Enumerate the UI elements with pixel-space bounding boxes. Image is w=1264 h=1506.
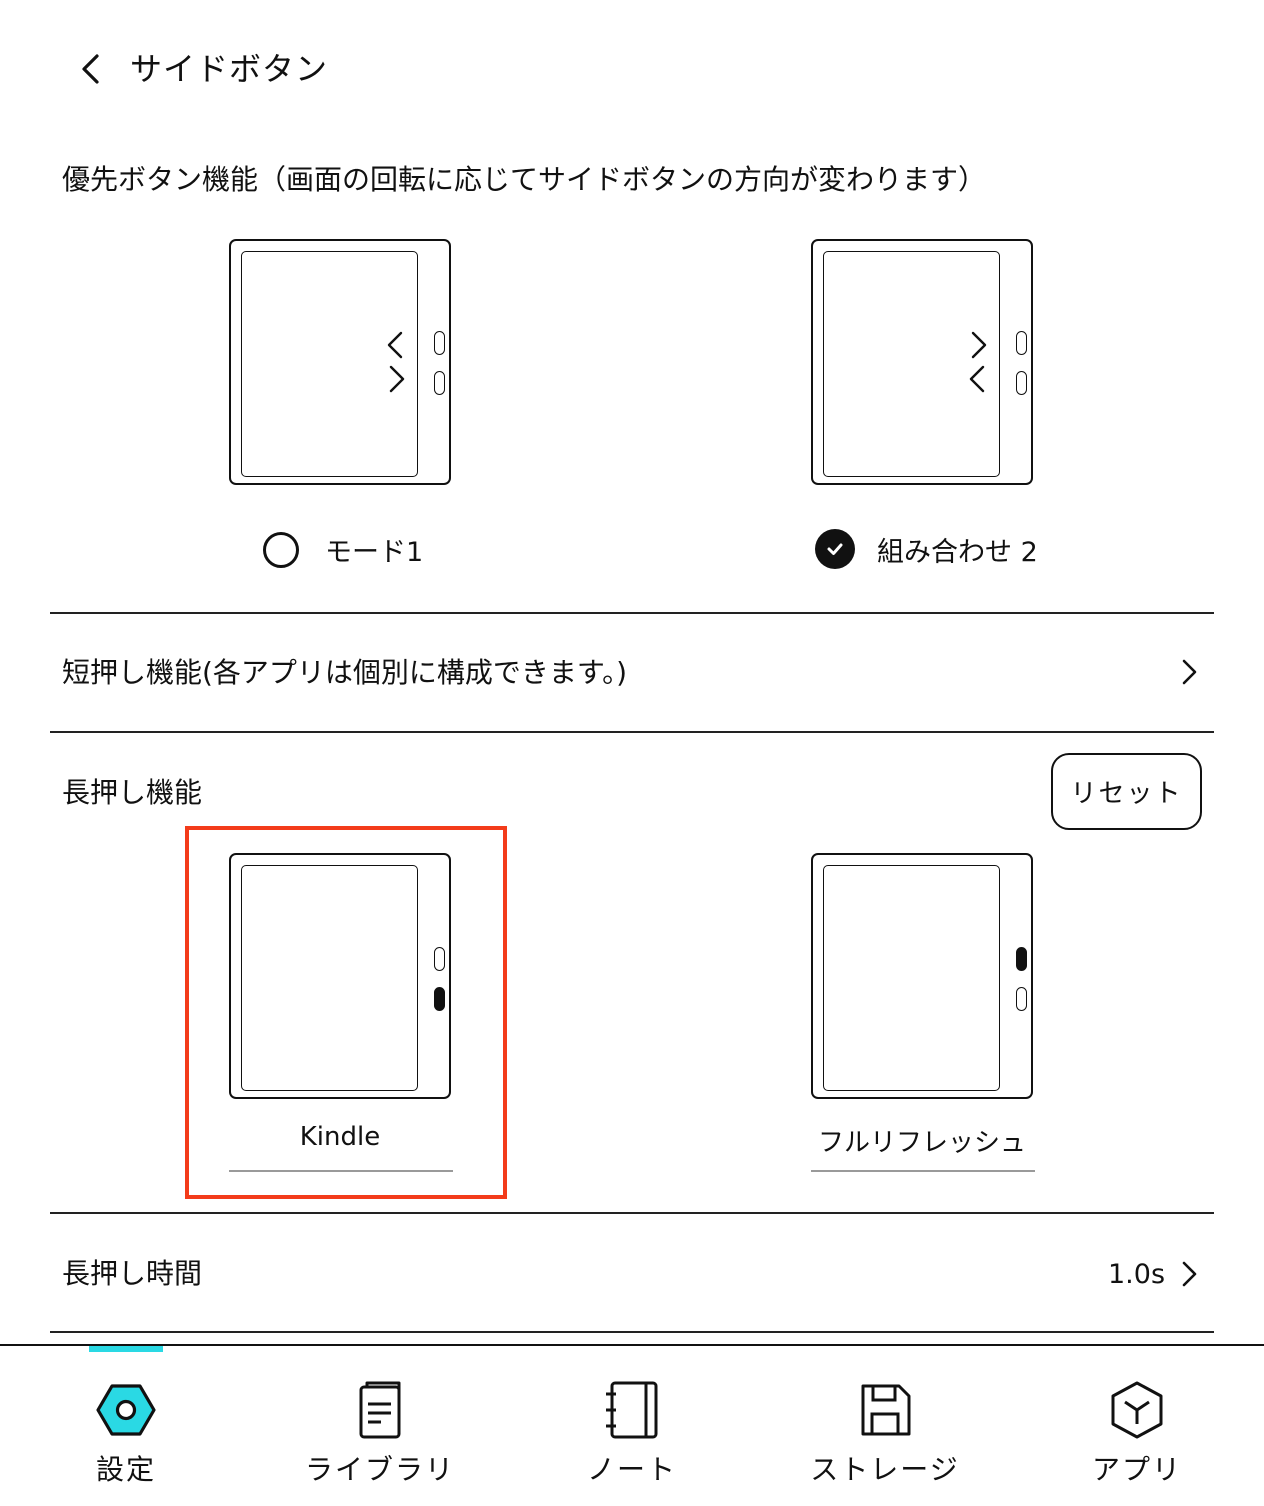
reset-button[interactable]: リセット <box>1051 753 1202 830</box>
radio-unchecked-icon <box>263 531 299 568</box>
highlight-box <box>185 826 507 1199</box>
radio-checked-icon <box>815 529 855 569</box>
device-full-refresh-option[interactable] <box>811 853 1033 1099</box>
page-arrows-icon <box>387 331 405 393</box>
chevron-right-icon <box>1182 659 1197 685</box>
divider <box>50 1331 1214 1333</box>
storage-icon <box>861 1384 911 1436</box>
priority-section-label: 優先ボタン機能（画面の回転に応じてサイドボタンの方向が変わります） <box>62 163 987 196</box>
long-press-label: 長押し機能 <box>62 776 203 809</box>
underline <box>811 1170 1035 1172</box>
settings-hex-icon <box>96 1384 156 1436</box>
page-title: サイドボタン <box>130 50 329 88</box>
nav-notes[interactable]: ノート <box>572 1378 692 1488</box>
long-press-time-label: 長押し時間 <box>62 1257 203 1290</box>
long-press-time-row[interactable]: 長押し時間 1.0s <box>50 1213 1214 1331</box>
notebook-icon <box>606 1381 658 1439</box>
option-combo2-label: 組み合わせ 2 <box>877 536 1038 568</box>
full-refresh-caption: フルリフレッシュ <box>817 1128 1026 1158</box>
library-icon <box>359 1381 401 1439</box>
chevron-right-icon <box>1182 1261 1197 1287</box>
nav-library[interactable]: ライブラリ <box>300 1378 460 1488</box>
device-combo2-illustration <box>811 239 1033 485</box>
short-press-label: 短押し機能(各アプリは個別に構成できます。) <box>62 656 628 689</box>
nav-settings[interactable]: 設定 <box>66 1378 186 1488</box>
nav-apps[interactable]: アプリ <box>1082 1378 1192 1488</box>
short-press-row[interactable]: 短押し機能(各アプリは個別に構成できます。) <box>50 613 1214 731</box>
nav-library-label: ライブラリ <box>304 1453 455 1486</box>
option-combo2[interactable]: 組み合わせ 2 <box>815 529 1038 569</box>
back-button[interactable] <box>66 44 116 94</box>
long-press-time-value: 1.0s <box>1108 1259 1166 1290</box>
nav-settings-label: 設定 <box>95 1453 156 1486</box>
divider <box>50 731 1214 733</box>
nav-apps-label: アプリ <box>1091 1453 1182 1486</box>
option-mode1[interactable]: モード1 <box>263 530 423 569</box>
option-mode1-label: モード1 <box>325 537 424 568</box>
page-arrows-icon <box>969 331 987 393</box>
nav-storage[interactable]: ストレージ <box>805 1378 965 1488</box>
active-tab-indicator <box>89 1346 163 1352</box>
apps-cube-icon <box>1111 1381 1163 1439</box>
chevron-left-icon <box>82 54 99 84</box>
nav-notes-label: ノート <box>586 1453 677 1486</box>
nav-storage-label: ストレージ <box>810 1453 960 1486</box>
device-mode1-illustration <box>229 239 451 485</box>
